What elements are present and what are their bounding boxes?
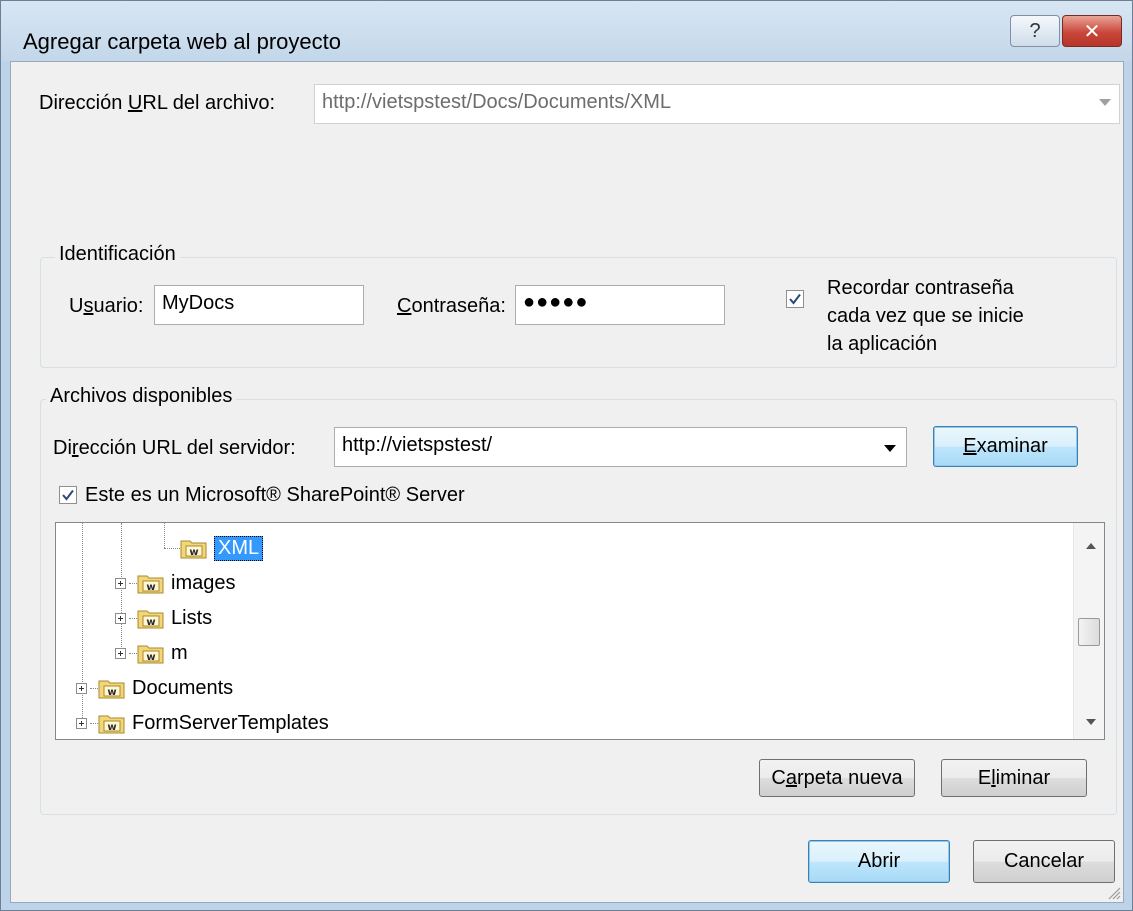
scroll-thumb[interactable] [1078, 618, 1100, 646]
tree-item[interactable]: w images [115, 568, 235, 598]
tree-item-label: Lists [171, 606, 213, 629]
svg-text:w: w [146, 582, 155, 593]
close-button[interactable]: ✕ [1062, 15, 1122, 47]
file-url-value: http://vietspstest/Docs/Documents/XML [322, 91, 672, 113]
tree-item-label: XML [214, 535, 264, 561]
checkmark-icon [789, 293, 801, 305]
tree-item[interactable]: w m [115, 638, 188, 668]
password-label: Contraseña: [397, 295, 506, 317]
chevron-down-icon[interactable] [1099, 99, 1111, 106]
browse-button[interactable]: Examinar [933, 426, 1078, 467]
help-button[interactable]: ? [1010, 15, 1060, 47]
server-url-combobox[interactable]: http://vietspstest/ [334, 427, 907, 467]
web-folder-icon: w [137, 610, 164, 629]
help-icon: ? [1029, 19, 1041, 42]
chevron-down-icon[interactable] [884, 445, 896, 452]
folder-tree[interactable]: w XML w images w Lists w m w Documents w… [55, 522, 1105, 740]
dialog-title: Agregar carpeta web al proyecto [23, 29, 341, 54]
delete-button[interactable]: El iminar [941, 759, 1087, 797]
tree-item[interactable]: w Documents [76, 673, 233, 703]
cancel-button[interactable]: Cancelar [973, 840, 1115, 883]
dialog-window: Agregar carpeta web al proyecto ? ✕ Dire… [0, 0, 1133, 911]
web-folder-icon: w [98, 680, 125, 699]
tree-item-label: FormServerTemplates [132, 711, 329, 734]
tree-item[interactable]: w XML [164, 533, 264, 563]
close-icon: ✕ [1083, 20, 1101, 43]
remember-password-checkbox[interactable] [786, 290, 804, 308]
title-bar[interactable]: Agregar carpeta web al proyecto ? ✕ [1, 1, 1132, 61]
open-button[interactable]: Abrir [808, 840, 950, 883]
expand-icon[interactable] [115, 612, 126, 624]
svg-text:w: w [146, 652, 155, 663]
web-folder-icon: w [137, 575, 164, 594]
user-label: Usuario: [69, 295, 144, 317]
sharepoint-checkbox[interactable] [59, 486, 77, 504]
svg-text:w: w [107, 722, 116, 733]
scroll-up-icon[interactable] [1086, 543, 1096, 549]
tree-item[interactable]: w Lists [115, 603, 212, 633]
file-url-combobox[interactable]: http://vietspstest/Docs/Documents/XML [314, 84, 1120, 124]
web-folder-icon: w [137, 645, 164, 664]
identification-title: Identificación [55, 243, 180, 266]
file-url-label: Dirección URL del archivo: [39, 92, 276, 114]
password-input[interactable]: ●●●●● [515, 285, 725, 325]
remember-password-label: Recordar contraseña cada vez que se inic… [827, 277, 1024, 355]
tree-item-label: m [171, 641, 188, 664]
user-input[interactable]: MyDocs [154, 285, 364, 325]
tree-item-label: images [171, 571, 236, 594]
svg-text:w: w [107, 687, 116, 698]
tree-item-label: Documents [132, 676, 234, 699]
server-url-label: Dirección URL del servidor: [53, 437, 296, 459]
svg-text:w: w [189, 547, 198, 558]
expand-icon[interactable] [76, 682, 87, 694]
new-folder-button[interactable]: Ca rpeta nueva [759, 759, 915, 797]
dialog-body: Dirección URL del archivo: http://vietsp… [10, 61, 1124, 903]
sharepoint-label: Este es un Microsoft® SharePoint® Server [85, 484, 465, 506]
scroll-down-icon[interactable] [1086, 719, 1096, 725]
expand-icon[interactable] [115, 647, 126, 659]
tree-item[interactable]: w FormServerTemplates [76, 708, 329, 738]
svg-text:w: w [146, 617, 155, 628]
checkmark-icon [62, 489, 74, 501]
web-folder-icon: w [180, 540, 207, 559]
tree-scrollbar[interactable] [1073, 523, 1104, 739]
available-files-title: Archivos disponibles [46, 385, 237, 408]
web-folder-icon: w [98, 715, 125, 734]
expand-icon[interactable] [115, 577, 126, 589]
expand-icon[interactable] [76, 717, 87, 729]
resize-grip-icon[interactable] [1105, 884, 1121, 900]
